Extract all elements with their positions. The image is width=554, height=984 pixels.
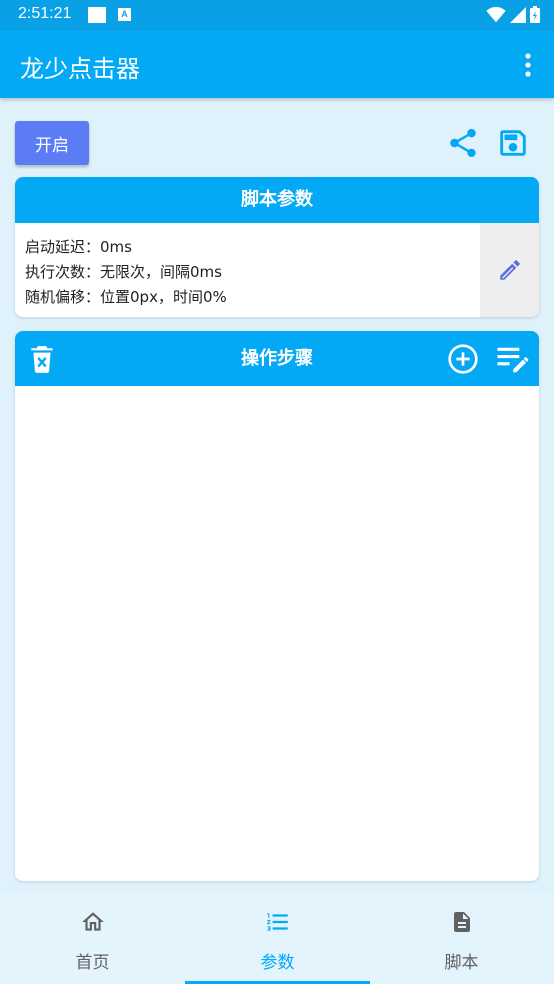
home-icon [81,912,104,931]
add-circle-icon [448,343,478,374]
delete-button[interactable] [25,331,59,386]
param-exec-count: 执行次数：无限次，间隔0ms [25,263,222,281]
nav-item-params[interactable]: 参数 [185,893,370,984]
numbered-list-icon [266,913,288,931]
notification-square-icon [88,7,106,23]
signal-icon [510,6,526,23]
nav-label-home: 首页 [75,953,110,973]
params-body: 启动延迟：0ms 执行次数：无限次，间隔0ms 随机偏移：位置0px，时间0% [15,223,539,317]
param-random-offset: 随机偏移：位置0px，时间0% [25,288,227,306]
param-start-delay: 启动延迟：0ms [25,238,132,256]
status-bar: 2:51:21 A [0,0,554,30]
edit-params-button[interactable] [480,223,539,317]
steps-card-title: 操作步骤 [241,348,313,369]
pencil-icon [499,260,520,280]
status-time: 2:51:21 [18,5,72,22]
battery-icon [530,6,540,23]
steps-list [15,386,539,881]
app-bar: 龙少点击器 [0,30,554,98]
nav-item-home[interactable]: 首页 [0,893,185,984]
more-vert-icon[interactable] [518,52,538,78]
params-card-title: 脚本参数 [15,177,539,223]
nav-label-script: 脚本 [444,953,479,973]
save-icon[interactable] [496,126,530,160]
document-icon [453,912,470,932]
share-icon[interactable] [446,126,480,160]
steps-card-header: 操作步骤 [15,331,539,386]
delete-icon [31,345,53,373]
start-button[interactable]: 开启 [15,121,89,165]
add-step-button[interactable] [445,331,481,386]
wifi-icon [486,6,506,22]
nav-label-params: 参数 [260,953,295,973]
script-params-card: 脚本参数 启动延迟：0ms 执行次数：无限次，间隔0ms 随机偏移：位置0px，… [15,177,539,317]
edit-list-button[interactable] [493,331,531,386]
status-icons [486,6,540,23]
operation-steps-card: 操作步骤 [15,331,539,881]
app-title: 龙少点击器 [20,55,140,83]
bottom-navigation: 首页 参数 脚本 [0,893,554,984]
nav-item-script[interactable]: 脚本 [369,893,554,984]
edit-list-icon [497,347,529,372]
notification-a-icon: A [118,8,131,21]
